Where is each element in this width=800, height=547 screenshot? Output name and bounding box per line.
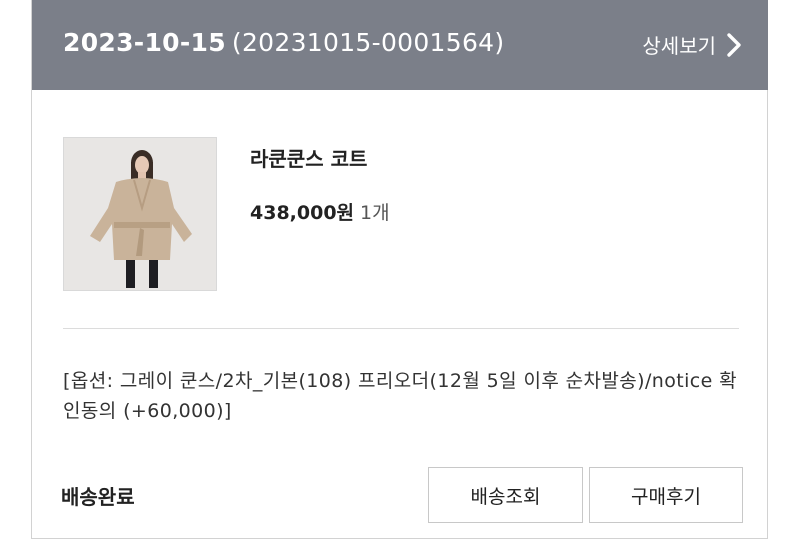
product-option: [옵션: 그레이 쿤스/2차_기본(108) 프리오더(12월 5일 이후 순차…	[63, 370, 738, 422]
product-thumbnail[interactable]	[63, 137, 217, 291]
order-title: 2023-10-15 (20231015-0001564)	[63, 28, 504, 57]
order-card: 2023-10-15 (20231015-0001564) 상세보기 라쿤쿤스 …	[31, 0, 768, 539]
order-number: (20231015-0001564)	[231, 28, 505, 57]
product-quantity: 1개	[360, 202, 390, 224]
product-price-line: 438,000원 1개	[250, 198, 390, 225]
delivery-status: 배송완료	[61, 485, 135, 509]
order-header: 2023-10-15 (20231015-0001564) 상세보기	[32, 0, 768, 90]
product-name[interactable]: 라쿤쿤스 코트	[250, 143, 367, 172]
write-review-button[interactable]: 구매후기	[589, 467, 743, 523]
view-details-link[interactable]: 상세보기	[642, 30, 742, 59]
order-date: 2023-10-15	[63, 28, 226, 57]
view-details-label: 상세보기	[642, 34, 716, 58]
divider	[63, 328, 739, 329]
chevron-right-icon	[727, 32, 741, 57]
product-price: 438,000원	[250, 202, 355, 224]
track-delivery-button[interactable]: 배송조회	[428, 467, 583, 523]
product-photo-coat	[64, 138, 216, 290]
